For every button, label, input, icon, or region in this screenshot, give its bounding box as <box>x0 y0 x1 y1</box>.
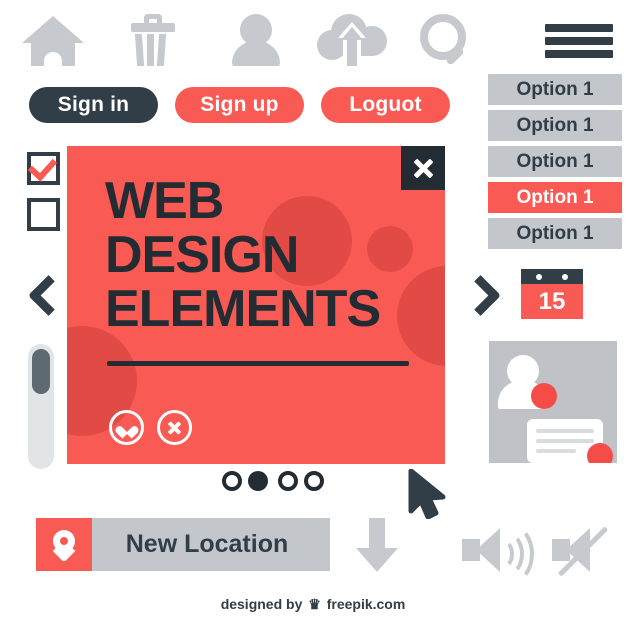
map-pin-icon <box>36 518 92 571</box>
calendar-day: 15 <box>521 284 583 319</box>
checkbox-unchecked[interactable] <box>27 198 60 231</box>
calendar-hole <box>536 274 542 280</box>
new-location-label: New Location <box>125 530 289 558</box>
option-item-4-selected[interactable]: Option 1 <box>488 182 622 213</box>
home-icon[interactable] <box>22 16 84 66</box>
speaker-mute-icon[interactable] <box>552 525 622 577</box>
logout-button[interactable]: Loguot <box>321 87 450 123</box>
checkmark-icon <box>27 151 58 182</box>
footer-credit: designed by ♛ freepik.com <box>0 596 626 613</box>
calendar-header <box>521 269 583 284</box>
dismiss-button[interactable] <box>157 410 192 445</box>
speaker-on-icon[interactable] <box>462 525 534 583</box>
bubble-text-line <box>536 449 576 453</box>
sign-in-button[interactable]: Sign in <box>29 87 158 123</box>
scrollbar-track[interactable] <box>28 344 54 469</box>
option-label: Option 1 <box>516 78 594 100</box>
logout-label: Loguot <box>349 93 422 116</box>
cursor-arrow-icon <box>407 468 449 520</box>
calendar-icon[interactable]: 15 <box>521 269 583 319</box>
user-icon[interactable] <box>228 14 284 66</box>
footer-prefix: designed by <box>220 596 303 612</box>
cloud-upload-icon[interactable] <box>317 14 387 66</box>
ui-kit-canvas: Sign in Sign up Loguot Option 1 Option 1… <box>0 0 626 626</box>
carousel-dot-3[interactable] <box>278 471 298 491</box>
decorative-circle <box>397 266 445 366</box>
carousel-dot-1[interactable] <box>222 471 242 491</box>
carousel-dot-4[interactable] <box>304 471 324 491</box>
banner-close-button[interactable] <box>401 146 445 190</box>
close-circle-icon <box>167 420 182 435</box>
checkbox-checked[interactable] <box>27 151 60 185</box>
scrollbar-thumb[interactable] <box>32 349 50 394</box>
heart-icon <box>120 421 134 434</box>
bubble-text-line <box>536 439 594 443</box>
option-item-5[interactable]: Option 1 <box>488 218 622 249</box>
option-item-3[interactable]: Option 1 <box>488 146 622 177</box>
option-label: Option 1 <box>516 222 594 244</box>
calendar-hole <box>562 274 568 280</box>
option-label: Option 1 <box>516 114 594 136</box>
bubble-text-line <box>536 429 594 433</box>
option-label: Option 1 <box>516 186 594 208</box>
hamburger-menu-icon[interactable] <box>545 24 613 58</box>
notifications-panel <box>489 341 617 463</box>
search-icon[interactable] <box>420 14 472 66</box>
favorite-button[interactable] <box>109 410 144 445</box>
chevron-right-icon[interactable] <box>459 274 502 317</box>
option-label: Option 1 <box>516 150 594 172</box>
trash-icon[interactable] <box>128 14 178 66</box>
footer-brand: freepik.com <box>326 596 406 612</box>
sign-in-label: Sign in <box>57 93 130 116</box>
chevron-left-icon[interactable] <box>27 274 70 317</box>
sign-up-label: Sign up <box>200 93 279 116</box>
option-item-1[interactable]: Option 1 <box>488 74 622 105</box>
message-badge <box>587 443 613 463</box>
crown-icon: ♛ <box>308 596 321 612</box>
new-location-bar[interactable]: New Location <box>36 518 330 571</box>
banner-underline <box>107 361 409 366</box>
carousel-dot-2-active[interactable] <box>248 471 268 491</box>
speech-bubble-tail <box>555 459 577 463</box>
banner-title: WEB DESIGN ELEMENTS <box>105 172 381 338</box>
download-arrow-icon[interactable] <box>356 518 398 574</box>
option-item-2[interactable]: Option 1 <box>488 110 622 141</box>
avatar-badge <box>531 383 557 409</box>
sign-up-button[interactable]: Sign up <box>175 87 304 123</box>
hero-banner: WEB DESIGN ELEMENTS <box>67 146 445 464</box>
